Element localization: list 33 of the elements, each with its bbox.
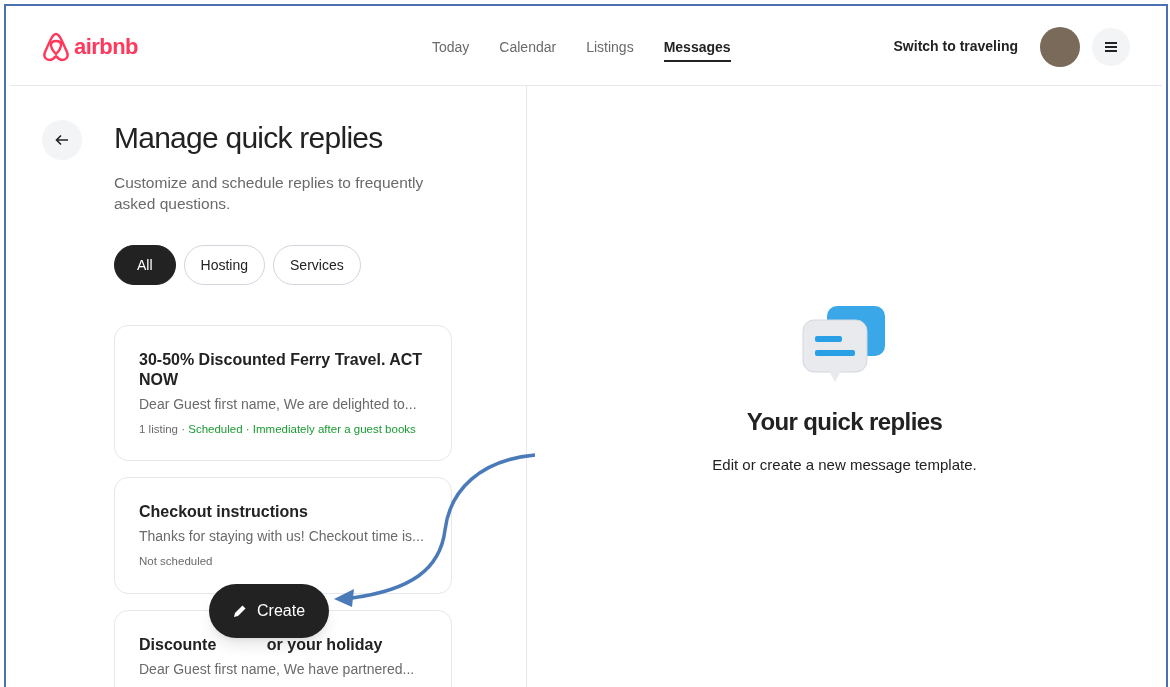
page-title: Manage quick replies	[114, 120, 384, 156]
switch-mode-link[interactable]: Switch to traveling	[893, 36, 1018, 57]
card-title-fragment: or your holiday	[266, 635, 383, 653]
filter-chip[interactable]: Services	[273, 245, 361, 285]
card-preview: Thanks for staying with us! Checkout time is...	[139, 527, 425, 547]
card-schedule: Scheduled · Immediately after a guest books	[188, 422, 416, 437]
nav-tab[interactable]: Listings	[586, 32, 634, 62]
back-arrow-icon	[55, 134, 69, 146]
back-button[interactable]	[42, 120, 82, 160]
empty-state-title: Your quick replies	[746, 407, 943, 437]
card-preview: Dear Guest first name, We have partnered...	[139, 659, 416, 679]
empty-state-text: Edit or create a new message template.	[712, 455, 977, 475]
create-button[interactable]: Create	[209, 584, 330, 638]
logo-icon	[42, 31, 70, 62]
page-subtitle: Customize and schedule replies to frequently asked questions.	[114, 173, 425, 214]
nav-tab[interactable]: Today	[432, 32, 470, 62]
menu-button[interactable]	[1092, 27, 1130, 66]
menu-icon	[1104, 40, 1118, 53]
nav-tab[interactable]: Calendar	[499, 32, 557, 62]
card-schedule: Not scheduled	[139, 554, 213, 570]
card-preview: Dear Guest first name, We are delighted to...	[139, 395, 418, 414]
quick-reply-card[interactable]: Checkout instructions Thanks for staying with us! Checkout time is... Not scheduled	[114, 477, 452, 594]
avatar[interactable]	[1040, 26, 1080, 67]
card-title-fragment: Discounte	[139, 635, 217, 653]
card-title: 30-50% Discounted Ferry Travel. ACT NOW	[139, 351, 423, 388]
logo-text: airbnb	[74, 33, 138, 61]
quick-reply-card[interactable]: 30-50% Discounted Ferry Travel. ACT NOW Dear Guest first name, We are delighted to... 1 listing · Scheduled · Immediately after a guest books	[114, 325, 452, 462]
filter-chip[interactable]: All	[114, 245, 176, 285]
pencil-icon	[233, 604, 247, 618]
card-title: Checkout instructions	[139, 503, 308, 521]
filter-chip[interactable]: Hosting	[183, 245, 266, 285]
nav-tab[interactable]: Messages	[663, 32, 731, 62]
card-listing-count: 1 listing ·	[139, 422, 187, 437]
